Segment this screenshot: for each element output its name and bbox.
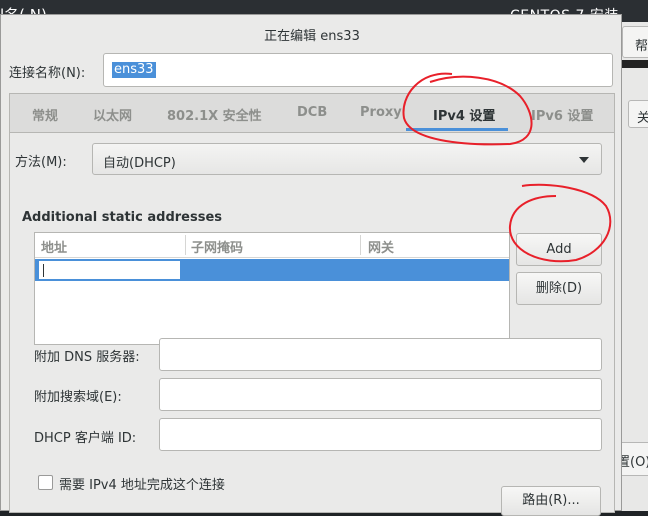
require-ipv4-label: 需要 IPv4 地址完成这个连接 bbox=[59, 478, 225, 493]
addresses-table[interactable]: 地址 子网掩码 网关 bbox=[34, 232, 510, 345]
search-domains-label: 附加搜索域(E): bbox=[34, 390, 122, 405]
column-gateway[interactable]: 网关 bbox=[368, 237, 394, 256]
dns-servers-label: 附加 DNS 服务器: bbox=[34, 350, 140, 365]
tab-bar: 常规 以太网 802.1X 安全性 DCB Proxy IPv4 设置 IPv6… bbox=[10, 94, 614, 133]
tab-ipv4-settings[interactable]: IPv4 设置 bbox=[433, 105, 495, 124]
tab-proxy[interactable]: Proxy bbox=[360, 105, 402, 120]
tab-ethernet[interactable]: 以太网 bbox=[93, 105, 132, 124]
active-tab-indicator bbox=[406, 128, 508, 131]
column-netmask[interactable]: 子网掩码 bbox=[191, 237, 243, 256]
tab-ipv6-settings[interactable]: IPv6 设置 bbox=[531, 105, 593, 124]
close-button[interactable]: 关 bbox=[628, 100, 648, 128]
edit-connection-dialog: 正在编辑 ens33 连接名称(N): ens33 常规 以太网 802.1X … bbox=[0, 14, 622, 513]
search-domains-input[interactable] bbox=[159, 378, 602, 411]
tab-general[interactable]: 常规 bbox=[32, 105, 58, 124]
address-cell-editor[interactable] bbox=[38, 260, 181, 280]
column-separator bbox=[360, 235, 361, 255]
add-button[interactable]: Add bbox=[516, 233, 602, 266]
require-ipv4-checkbox[interactable] bbox=[38, 475, 53, 490]
column-separator bbox=[185, 235, 186, 255]
connection-name-label: 连接名称(N): bbox=[9, 66, 86, 81]
dhcp-client-id-input[interactable] bbox=[159, 418, 602, 451]
column-address[interactable]: 地址 bbox=[41, 237, 67, 256]
dns-servers-input[interactable] bbox=[159, 338, 602, 371]
static-addresses-title: Additional static addresses bbox=[22, 210, 223, 225]
tab-8021x-security[interactable]: 802.1X 安全性 bbox=[167, 105, 262, 124]
help-button[interactable]: 帮 bbox=[622, 26, 648, 58]
method-dropdown[interactable]: 自动(DHCP) bbox=[92, 143, 602, 175]
connection-name-value: ens33 bbox=[112, 62, 156, 78]
method-label: 方法(M): bbox=[15, 155, 67, 170]
method-value: 自动(DHCP) bbox=[103, 156, 176, 171]
dhcp-client-id-label: DHCP 客户端 ID: bbox=[34, 431, 137, 446]
table-header: 地址 子网掩码 网关 bbox=[35, 233, 509, 258]
dialog-title: 正在编辑 ens33 bbox=[264, 29, 360, 44]
dropdown-arrow-icon bbox=[579, 157, 589, 163]
routes-button[interactable]: 路由(R)... bbox=[501, 486, 601, 516]
delete-button[interactable]: 删除(D) bbox=[516, 272, 602, 305]
text-caret bbox=[43, 264, 44, 277]
connection-name-input[interactable]: ens33 bbox=[103, 53, 613, 87]
tab-dcb[interactable]: DCB bbox=[297, 105, 327, 120]
